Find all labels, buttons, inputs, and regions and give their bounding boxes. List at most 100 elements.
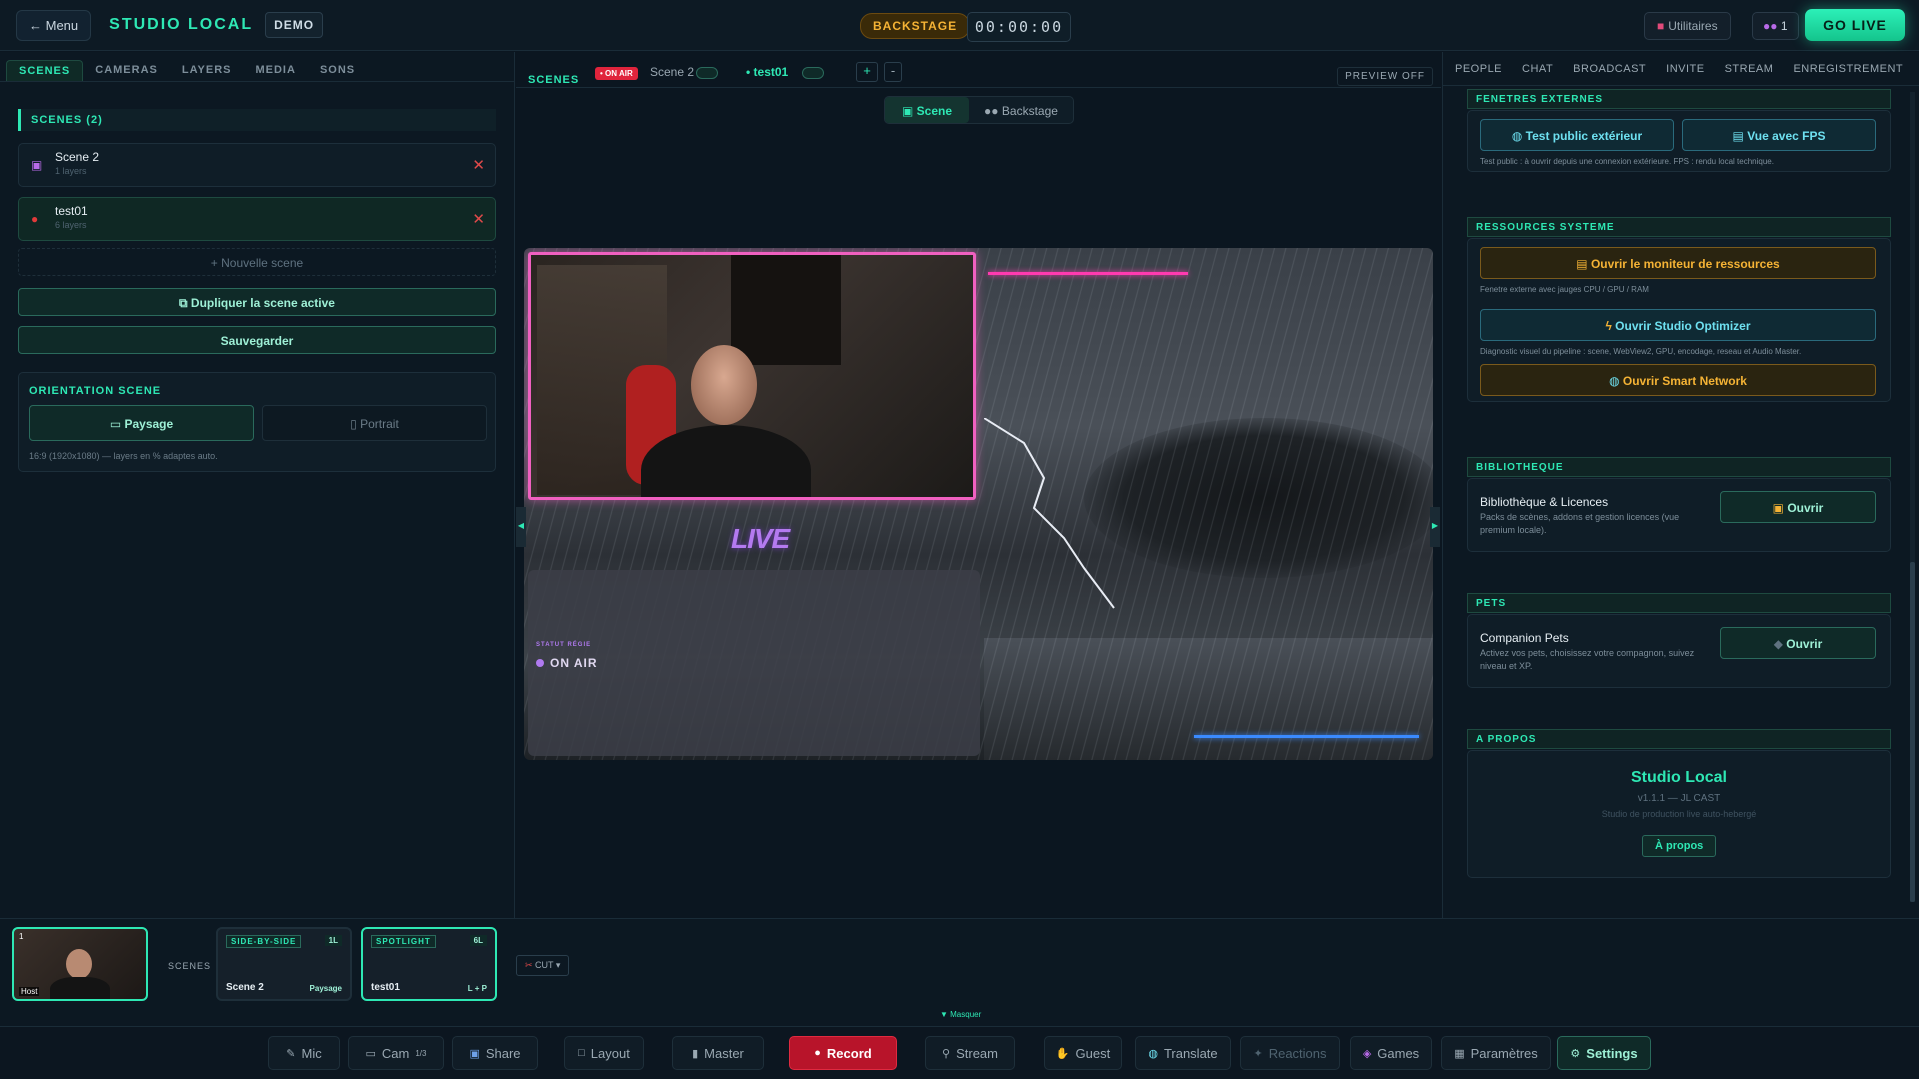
menu-button[interactable]: ← Menu: [16, 9, 92, 41]
demo-badge: DEMO: [265, 12, 324, 38]
save-button[interactable]: Sauvegarder: [18, 326, 496, 354]
remove-scene-tab-button[interactable]: -: [884, 62, 902, 82]
about-card: Studio Local v1.1.1 — JL CAST Studio de …: [1467, 750, 1891, 878]
add-scene-tab-button[interactable]: +: [856, 62, 878, 82]
reactions-label: Reactions: [1268, 1045, 1327, 1061]
studio-optimizer-label: Ouvrir Studio Optimizer: [1615, 319, 1751, 333]
smart-network-button[interactable]: ◍ Ouvrir Smart Network: [1480, 364, 1876, 396]
scene-tabs-bar: SCENES • ON AIR Scene 2 • test01 + - PRE…: [516, 52, 1441, 88]
view-scene-button[interactable]: ▣ Scene: [885, 97, 969, 123]
scrollbar-thumb[interactable]: [1910, 562, 1915, 902]
scene-strip: 1 Host SCENES SIDE-BY-SIDE 1L Scene 2 Pa…: [0, 918, 1919, 1026]
scene-item[interactable]: ● test01 6 layers ✕: [18, 197, 496, 241]
tab-invite[interactable]: INVITE: [1656, 52, 1714, 85]
portrait-label: Portrait: [360, 417, 399, 431]
right-scrollbar[interactable]: [1910, 92, 1915, 902]
delete-scene-icon[interactable]: ✕: [472, 156, 485, 174]
neon-line-pink: [988, 272, 1188, 275]
tab-broadcast[interactable]: BROADCAST: [1563, 52, 1656, 85]
test01-toggle[interactable]: [802, 67, 824, 79]
library-open-label: Ouvrir: [1787, 501, 1824, 515]
tab-people[interactable]: PEOPLE: [1445, 52, 1512, 85]
tab-cameras[interactable]: CAMERAS: [83, 60, 170, 81]
stream-button[interactable]: ⚲ Stream: [925, 1036, 1015, 1070]
go-live-button[interactable]: GO LIVE: [1805, 9, 1905, 41]
scene-2-toggle[interactable]: [696, 67, 718, 79]
library-heading: Bibliothèque & Licences: [1480, 495, 1609, 509]
scene-card[interactable]: SPOTLIGHT 6L test01 L + P: [361, 927, 497, 1001]
share-label: Share: [485, 1045, 521, 1061]
layout-icon: □: [578, 1047, 585, 1059]
reactions-button[interactable]: ✦ Reactions: [1240, 1036, 1340, 1070]
tab-chat[interactable]: CHAT: [1512, 52, 1563, 85]
library-open-button[interactable]: ▣ Ouvrir: [1720, 491, 1876, 523]
scene-item[interactable]: ▣ Scene 2 1 layers ✕: [18, 143, 496, 187]
about-button[interactable]: À propos: [1642, 835, 1717, 857]
scene-name: test01: [55, 204, 88, 218]
status-dot-icon: [536, 659, 544, 667]
app-window: ← Menu STUDIO LOCAL DEMO BACKSTAGE 00:00…: [0, 0, 1919, 1079]
delete-scene-icon[interactable]: ✕: [472, 210, 485, 228]
tab-scene-2[interactable]: Scene 2: [650, 65, 694, 79]
people-icon: ●●: [1763, 19, 1781, 33]
collapse-left-icon[interactable]: ◀: [516, 507, 526, 547]
tab-media[interactable]: MEDIA: [243, 60, 307, 81]
mic-icon: ✎: [286, 1047, 296, 1060]
parameters-button[interactable]: ▦ Paramètres: [1441, 1036, 1551, 1070]
tab-sons[interactable]: SONS: [308, 60, 367, 81]
transition-select[interactable]: ✂ CUT ▾: [516, 955, 570, 976]
app-version: v1.1.1 — JL CAST: [1637, 793, 1721, 804]
gamepad-icon: ◈: [1362, 1047, 1372, 1060]
tab-stream[interactable]: STREAM: [1715, 52, 1784, 85]
scene-card[interactable]: SIDE-BY-SIDE 1L Scene 2 Paysage: [216, 927, 352, 1001]
backstage-badge[interactable]: BACKSTAGE: [860, 13, 971, 39]
cam-button[interactable]: ▭ Cam 1/3: [348, 1036, 444, 1070]
backstage-icon: ●●: [984, 104, 1002, 118]
pets-open-button[interactable]: ◆ Ouvrir: [1720, 627, 1876, 659]
layer-count: 6L: [469, 935, 487, 946]
view-backstage-button[interactable]: ●● Backstage: [969, 97, 1073, 123]
preview-off-button[interactable]: PREVIEW OFF: [1337, 67, 1433, 86]
box-icon: ▣: [1772, 501, 1788, 515]
neon-line-blue: [1194, 735, 1419, 738]
scene-name: Scene 2: [55, 150, 100, 164]
layout-tag: SPOTLIGHT: [371, 935, 436, 948]
layer-count: 1L: [324, 935, 342, 946]
share-button[interactable]: ▣ Share: [452, 1036, 538, 1070]
new-scene-button[interactable]: + Nouvelle scene: [18, 248, 496, 276]
scene-preview-canvas[interactable]: LIVE STATUT RÉGIE ON AIR: [524, 248, 1433, 760]
satellite-icon: ⚲: [942, 1047, 951, 1060]
cut-icon: ✂: [525, 960, 536, 970]
games-button[interactable]: ◈ Games: [1350, 1036, 1432, 1070]
guest-button[interactable]: ✋ Guest: [1044, 1036, 1122, 1070]
collapse-right-icon[interactable]: ▶: [1430, 507, 1440, 547]
resource-monitor-button[interactable]: ▤ Ouvrir le moniteur de ressources: [1480, 247, 1876, 279]
camera-thumbnail[interactable]: 1 Host: [12, 927, 148, 1001]
utilities-button[interactable]: ■ Utilitaires: [1644, 12, 1731, 40]
translate-button[interactable]: ◍ Translate: [1135, 1036, 1231, 1070]
tab-scenes[interactable]: SCENES: [6, 60, 84, 81]
people-count-button[interactable]: ●● 1: [1752, 12, 1799, 40]
layout-button[interactable]: □ Layout: [564, 1036, 644, 1070]
mic-button[interactable]: ✎ Mic: [268, 1036, 340, 1070]
landscape-button[interactable]: ▭ Paysage: [29, 405, 254, 441]
duplicate-scene-button[interactable]: ⧉ Dupliquer la scene active: [18, 288, 496, 316]
master-button[interactable]: ▮ Master: [672, 1036, 764, 1070]
tab-layers[interactable]: LAYERS: [170, 60, 244, 81]
webcam-person: [66, 949, 92, 979]
translate-label: Translate: [1163, 1045, 1218, 1061]
settings-button[interactable]: ⚙ Settings: [1557, 1036, 1651, 1070]
on-air-text: ON AIR: [550, 656, 598, 670]
app-subtitle: Studio de production live auto-hebergé: [1601, 809, 1757, 819]
studio-optimizer-button[interactable]: ϟ Ouvrir Studio Optimizer: [1480, 309, 1876, 341]
portrait-button[interactable]: ▯ Portrait: [262, 405, 487, 441]
public-test-label: Test public extérieur: [1525, 129, 1643, 143]
public-test-button[interactable]: ◍ Test public extérieur: [1480, 119, 1674, 151]
fps-view-button[interactable]: ▤ Vue avec FPS: [1682, 119, 1876, 151]
record-button[interactable]: ● Record: [789, 1036, 897, 1070]
lightning-icon: ϟ: [1605, 319, 1616, 333]
tab-recording[interactable]: ENREGISTREMENT: [1783, 52, 1913, 85]
hide-strip-button[interactable]: ▼ Masquer: [940, 1010, 981, 1019]
webcam-layer[interactable]: [528, 252, 976, 500]
tab-test01[interactable]: • test01: [746, 65, 788, 79]
